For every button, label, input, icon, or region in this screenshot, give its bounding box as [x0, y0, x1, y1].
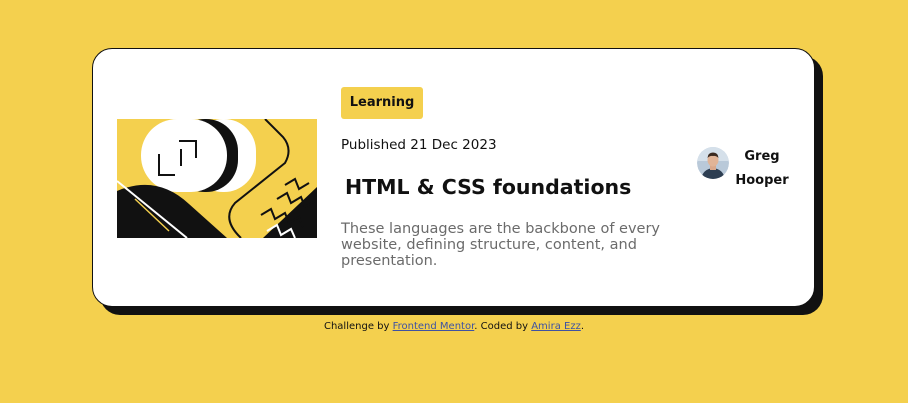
author-name: Greg Hooper: [731, 145, 793, 193]
attribution-middle: . Coded by: [474, 321, 532, 332]
avatar: [697, 147, 729, 179]
frontend-mentor-link[interactable]: Frontend Mentor: [393, 321, 475, 332]
attribution: Challenge by Frontend Mentor. Coded by A…: [0, 321, 908, 332]
card-description: These languages are the backbone of ever…: [341, 221, 660, 269]
author: Greg Hooper: [697, 145, 797, 193]
published-date: Published 21 Dec 2023: [341, 137, 497, 153]
author-first-name: Greg: [744, 149, 780, 164]
blog-preview-card: Learning Published 21 Dec 2023 HTML & CS…: [92, 48, 815, 307]
category-tag: Learning: [341, 87, 423, 119]
attribution-suffix: .: [580, 321, 585, 332]
article-illustration: [117, 119, 317, 238]
author-last-name: Hooper: [735, 173, 789, 188]
coder-link[interactable]: Amira Ezz: [531, 321, 581, 332]
attribution-prefix: Challenge by: [323, 321, 393, 332]
card-title[interactable]: HTML & CSS foundations: [345, 175, 631, 199]
